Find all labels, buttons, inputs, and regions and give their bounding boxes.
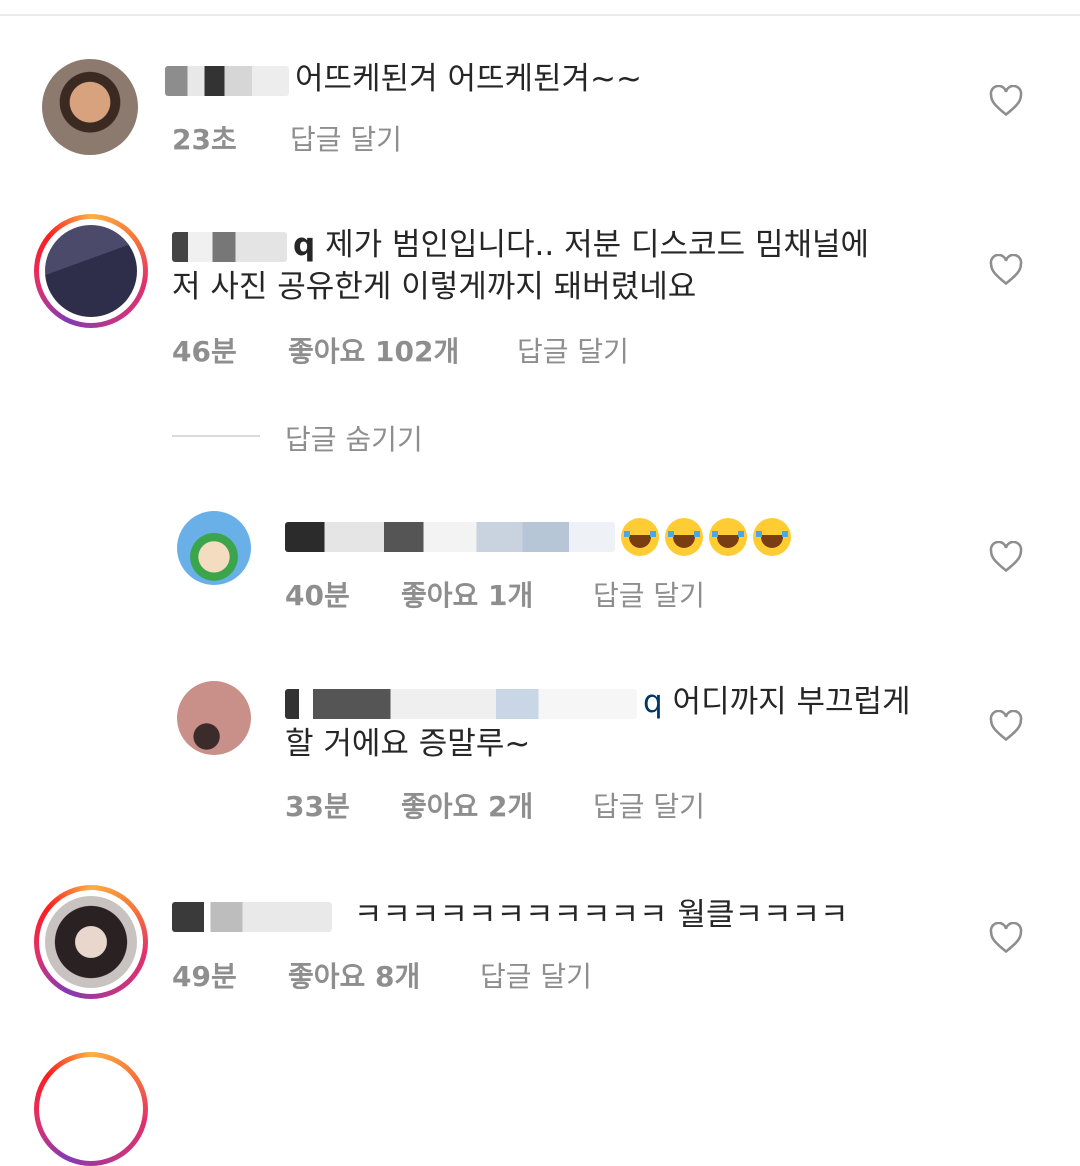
reply-button[interactable]: 답글 달기	[290, 118, 402, 158]
tears-of-joy-icon	[621, 517, 659, 556]
reply-text-line2: 할 거에요 증말루~	[285, 726, 531, 762]
username-suffix[interactable]: q	[293, 227, 315, 263]
avatar[interactable]	[45, 896, 137, 988]
heart-icon[interactable]	[989, 85, 1023, 117]
likes-count[interactable]: 좋아요 8개	[288, 955, 420, 995]
avatar[interactable]	[177, 681, 251, 755]
comment-time: 49분	[172, 960, 237, 993]
comment-meta: 46분 좋아요 102개 답글 달기	[172, 330, 772, 368]
reply-body-line1: 어디까지 부끄럽게	[672, 684, 911, 720]
comment-text: ㅋㅋㅋㅋㅋㅋㅋㅋㅋㅋㅋ 월클ㅋㅋㅋㅋ	[172, 894, 849, 936]
avatar[interactable]	[177, 511, 251, 585]
reply-time: 40분	[285, 579, 350, 612]
comment-text: 어뜨케된겨 어뜨케된겨~~	[165, 58, 642, 100]
story-ring[interactable]	[34, 1052, 148, 1166]
tears-of-joy-icon	[709, 517, 747, 556]
comment-body: 어뜨케된겨 어뜨케된겨~~	[295, 61, 643, 97]
reply-meta: 40분 좋아요 1개 답글 달기	[285, 574, 885, 612]
avatar[interactable]	[42, 59, 138, 155]
heart-icon[interactable]	[989, 541, 1023, 573]
blurred-username[interactable]	[285, 521, 615, 552]
heart-icon[interactable]	[989, 922, 1023, 954]
heart-icon[interactable]	[989, 710, 1023, 742]
story-ring[interactable]	[34, 214, 148, 328]
blurred-username[interactable]	[172, 231, 287, 262]
avatar[interactable]	[45, 225, 137, 317]
likes-count[interactable]: 좋아요 102개	[288, 330, 459, 370]
hide-replies-divider	[172, 435, 260, 437]
comment-meta: 23초 답글 달기	[172, 118, 772, 156]
comment-body: ㅋㅋㅋㅋㅋㅋㅋㅋㅋㅋㅋ 월클ㅋㅋㅋㅋ	[353, 897, 849, 933]
story-ring[interactable]	[34, 885, 148, 999]
comment-time: 23초	[172, 123, 237, 156]
top-divider	[0, 14, 1080, 16]
reply-button[interactable]: 답글 달기	[480, 955, 592, 995]
reply-button[interactable]: 답글 달기	[593, 574, 705, 614]
comment-body-line1: 제가 범인입니다.. 저분 디스코드 밈채널에	[325, 227, 870, 263]
heart-icon[interactable]	[989, 254, 1023, 286]
blurred-username[interactable]	[165, 65, 289, 96]
hide-replies-label[interactable]: 답글 숨기기	[285, 418, 423, 458]
blurred-username[interactable]	[285, 688, 637, 719]
comment-meta: 49분 좋아요 8개 답글 달기	[172, 955, 772, 993]
reply-button[interactable]: 답글 달기	[593, 785, 705, 825]
tears-of-joy-icon	[753, 517, 791, 556]
comment-text: q 제가 범인입니다.. 저분 디스코드 밈채널에	[172, 224, 869, 266]
reply-text	[285, 514, 797, 556]
reply-time: 33분	[285, 790, 350, 823]
reply-button[interactable]: 답글 달기	[517, 330, 629, 370]
reply-meta: 33분 좋아요 2개 답글 달기	[285, 785, 885, 823]
likes-count[interactable]: 좋아요 2개	[401, 785, 533, 825]
reply-text: q 어디까지 부끄럽게	[285, 681, 911, 723]
comment-time: 46분	[172, 335, 237, 368]
likes-count[interactable]: 좋아요 1개	[401, 574, 533, 614]
comment-text-line2: 저 사진 공유한게 이렇게까지 돼버렸네요	[172, 269, 697, 305]
blurred-username[interactable]	[172, 901, 332, 932]
mention-suffix[interactable]: q	[643, 684, 663, 720]
tears-of-joy-icon	[665, 517, 703, 556]
